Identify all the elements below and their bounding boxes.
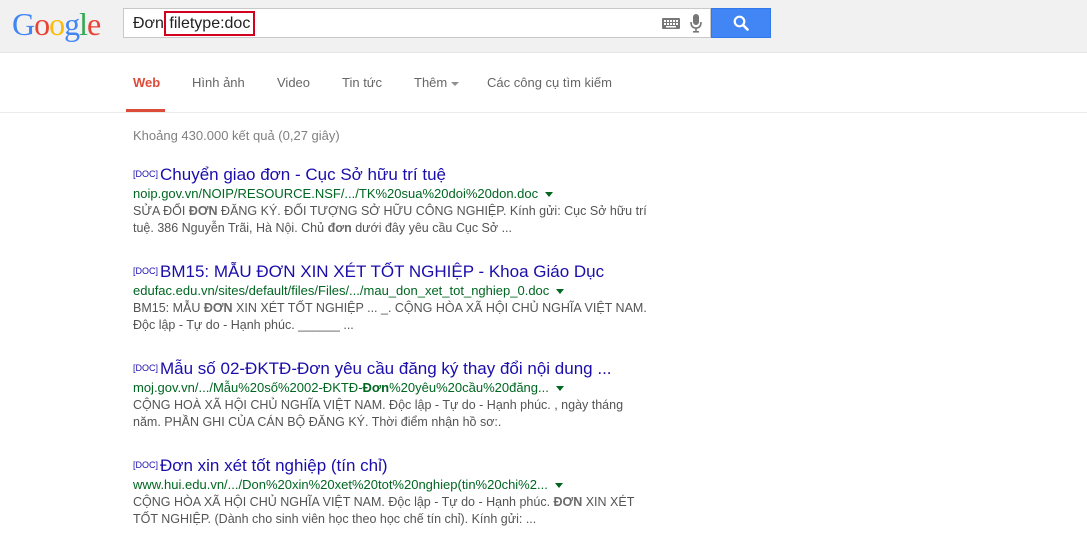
caret-down-icon bbox=[451, 81, 460, 86]
search-query-prefix: Đơn bbox=[133, 15, 169, 32]
search-result: [DOC] Đơn xin xét tốt nghiệp (tín chỉ) ww… bbox=[133, 456, 653, 528]
result-title: Đơn xin xét tốt nghiệp (tín chỉ) bbox=[160, 456, 388, 475]
result-url-text: edufac.edu.vn/sites/default/files/Files/… bbox=[133, 283, 550, 298]
result-snippet: CỘNG HOÀ XÃ HỘI CHỦ NGHĨA VIỆT NAM. Độc … bbox=[133, 397, 653, 431]
snippet-text: CỘNG HÒA XÃ HỘI CHỦ NGHĨA VIỆT NAM. Độc … bbox=[133, 495, 554, 509]
url-menu-caret-icon[interactable] bbox=[555, 386, 564, 392]
doc-badge: [DOC] bbox=[133, 266, 159, 276]
result-stats: Khoảng 430.000 kết quả (0,27 giây) bbox=[133, 128, 340, 143]
snippet-text: SỬA ĐỔI bbox=[133, 204, 189, 218]
snippet-text: BM15: MẪU bbox=[133, 301, 204, 315]
result-title: BM15: MẪU ĐƠN XIN XÉT TỐT NGHIỆP - Khoa … bbox=[160, 262, 605, 281]
snippet-highlight: ĐƠN bbox=[553, 495, 583, 509]
result-url: noip.gov.vn/NOIP/RESOURCE.NSF/.../TK%20s… bbox=[133, 185, 653, 203]
tab-video[interactable]: Video bbox=[277, 75, 310, 90]
result-title: Chuyển giao đơn - Cục Sở hữu trí tuệ bbox=[160, 165, 447, 184]
logo-letter: o bbox=[49, 6, 65, 42]
doc-badge: [DOC] bbox=[133, 169, 159, 179]
tab-more-label: Thêm bbox=[414, 75, 448, 90]
search-tabs: Web Hình ảnh Video Tin tức Thêm Các công… bbox=[0, 53, 1087, 113]
doc-badge: [DOC] bbox=[133, 363, 159, 373]
microphone-icon[interactable] bbox=[690, 14, 702, 33]
url-menu-caret-icon[interactable] bbox=[556, 289, 565, 295]
result-url-highlight: Đơn bbox=[362, 380, 390, 395]
result-url-text: moj.gov.vn/.../Mẫu%20số%2002-ĐKTĐ- bbox=[133, 380, 363, 395]
result-url-text: www.hui.edu.vn/.../Don%20xin%20xet%20tot… bbox=[133, 477, 548, 492]
snippet-text: CỘNG HOÀ XÃ HỘI CHỦ NGHĨA VIỆT NAM. Độc … bbox=[133, 398, 624, 429]
search-result: [DOC] Chuyển giao đơn - Cục Sở hữu trí tu… bbox=[133, 165, 653, 237]
search-result: [DOC] BM15: MẪU ĐƠN XIN XÉT TỐT NGHIỆP - … bbox=[133, 262, 653, 334]
keyboard-icon[interactable] bbox=[662, 18, 680, 29]
url-menu-caret-icon[interactable] bbox=[554, 483, 563, 489]
doc-badge: [DOC] bbox=[133, 460, 159, 470]
snippet-highlight: đơn bbox=[327, 221, 352, 235]
result-title-link[interactable]: [DOC] Đơn xin xét tốt nghiệp (tín chỉ) bbox=[133, 456, 653, 476]
active-tab-indicator bbox=[126, 109, 165, 112]
search-query: Đơn filetype:doc bbox=[133, 11, 256, 36]
result-url-text: %20yêu%20cầu%20đăng... bbox=[389, 380, 549, 395]
result-url: edufac.edu.vn/sites/default/files/Files/… bbox=[133, 282, 653, 300]
url-menu-caret-icon[interactable] bbox=[545, 192, 554, 198]
header-bar: Google Đơn filetype:doc bbox=[0, 0, 1087, 53]
tab-search-tools[interactable]: Các công cụ tìm kiếm bbox=[487, 75, 612, 90]
result-snippet: CỘNG HÒA XÃ HỘI CHỦ NGHĨA VIỆT NAM. Độc … bbox=[133, 494, 653, 528]
result-url: www.hui.edu.vn/.../Don%20xin%20xet%20tot… bbox=[133, 476, 653, 494]
result-title-link[interactable]: [DOC] Chuyển giao đơn - Cục Sở hữu trí tu… bbox=[133, 165, 653, 185]
search-icon bbox=[733, 15, 749, 31]
result-url: moj.gov.vn/.../Mẫu%20số%2002-ĐKTĐ-Đơn%20… bbox=[133, 379, 653, 397]
logo-letter: G bbox=[12, 6, 35, 42]
logo-letter: e bbox=[87, 6, 101, 42]
snippet-text: dưới đây yêu cầu Cục Sở ... bbox=[351, 221, 512, 235]
search-input[interactable]: Đơn filetype:doc bbox=[123, 8, 711, 38]
tab-more[interactable]: Thêm bbox=[414, 75, 460, 90]
search-result: [DOC] Mẫu số 02-ĐKTĐ-Đơn yêu cầu đăng ký … bbox=[133, 359, 653, 431]
result-url-text: noip.gov.vn/NOIP/RESOURCE.NSF/.../TK%20s… bbox=[133, 186, 539, 201]
snippet-highlight: ĐƠN bbox=[188, 204, 218, 218]
result-snippet: BM15: MẪU ĐƠN XIN XÉT TỐT NGHIỆP ... _. … bbox=[133, 300, 653, 334]
snippet-highlight: ĐƠN bbox=[203, 301, 233, 315]
tab-images[interactable]: Hình ảnh bbox=[192, 75, 245, 90]
logo-letter: l bbox=[79, 6, 88, 42]
tab-web[interactable]: Web bbox=[133, 75, 160, 90]
result-title-link[interactable]: [DOC] Mẫu số 02-ĐKTĐ-Đơn yêu cầu đăng ký … bbox=[133, 359, 653, 379]
tab-news[interactable]: Tin tức bbox=[342, 75, 382, 90]
result-title: Mẫu số 02-ĐKTĐ-Đơn yêu cầu đăng ký thay … bbox=[160, 359, 612, 378]
search-button[interactable] bbox=[711, 8, 771, 38]
logo-letter: o bbox=[34, 6, 50, 42]
google-logo[interactable]: Google bbox=[12, 6, 101, 42]
search-query-highlight: filetype:doc bbox=[164, 11, 256, 36]
result-title-link[interactable]: [DOC] BM15: MẪU ĐƠN XIN XÉT TỐT NGHIỆP - … bbox=[133, 262, 653, 282]
result-snippet: SỬA ĐỔI ĐƠN ĐĂNG KÝ. ĐỐI TƯỢNG SỞ HỮU CÔ… bbox=[133, 203, 653, 237]
logo-letter: g bbox=[64, 6, 80, 42]
